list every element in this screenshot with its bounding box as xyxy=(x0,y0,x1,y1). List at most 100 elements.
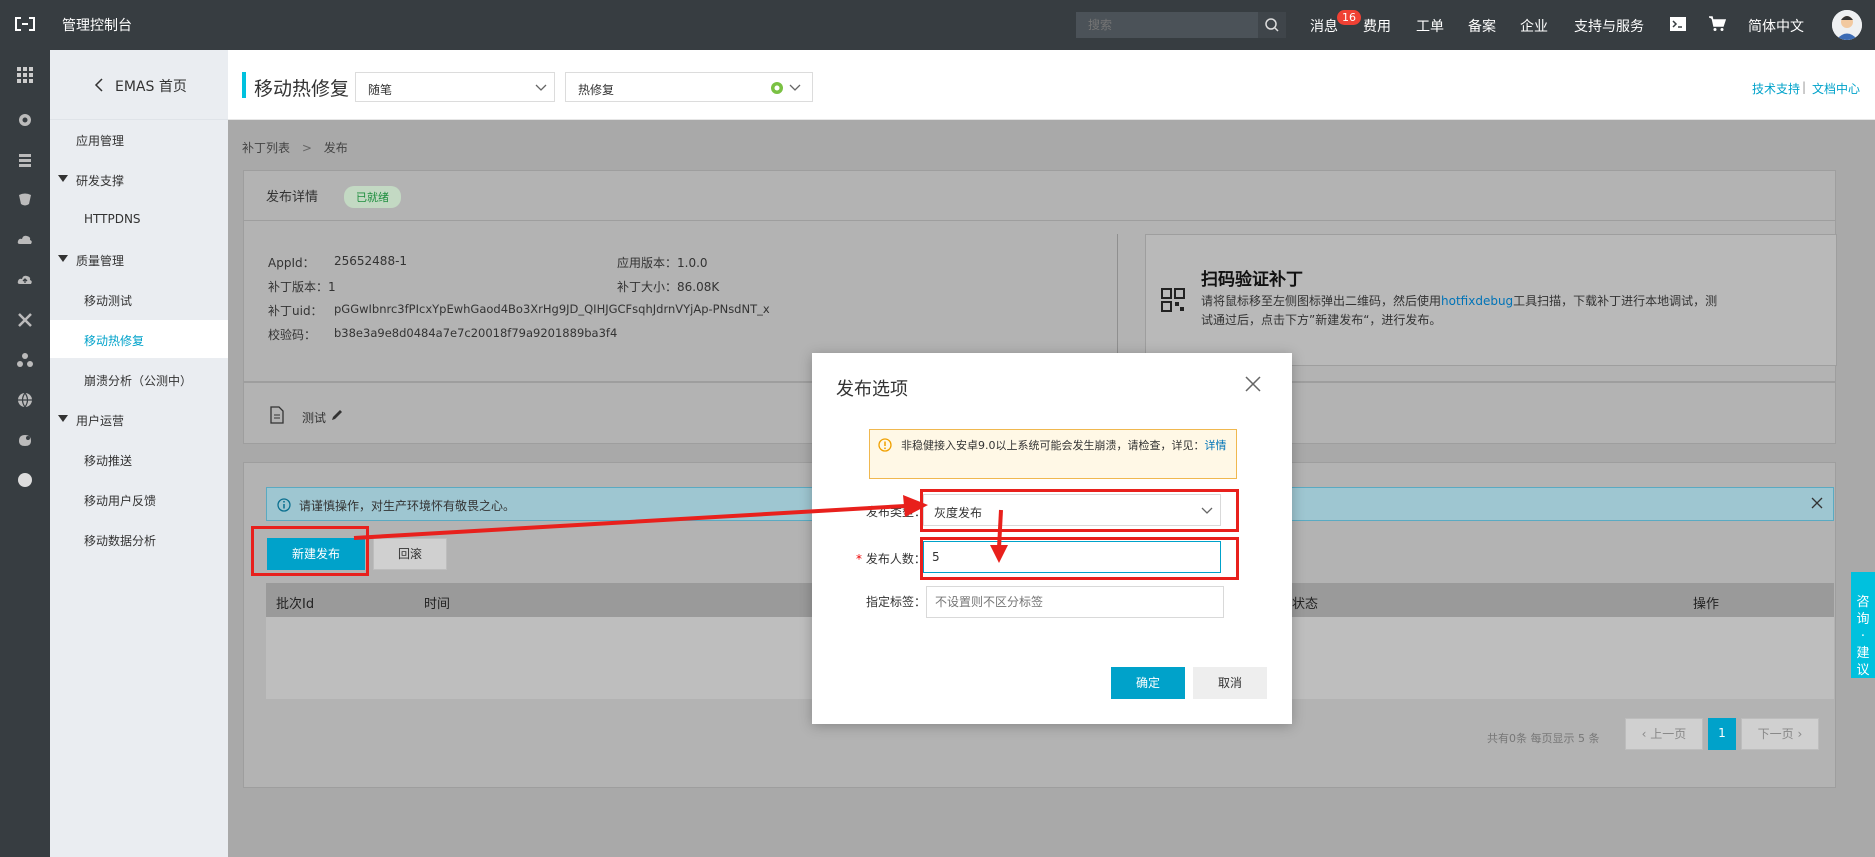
search-box[interactable] xyxy=(1076,12,1286,38)
release-count-label: * 发布人数： xyxy=(856,550,926,567)
tech-support-link[interactable]: 技术支持 xyxy=(1752,80,1800,97)
page-number-button[interactable]: 1 xyxy=(1708,718,1736,750)
warning-text: 非稳健接入安卓9.0以上系统可能会发生崩溃，请检查，详见：详情 xyxy=(901,438,1231,454)
search-button[interactable] xyxy=(1258,12,1286,38)
rollback-button[interactable]: 回滚 xyxy=(373,538,447,570)
sidebar-group-user-ops[interactable]: 用户运营 xyxy=(50,400,228,438)
caret-down-icon xyxy=(58,255,68,262)
sidebar-item-crash-analysis[interactable]: 崩溃分析（公测中） xyxy=(50,360,228,398)
security-shield-icon[interactable] xyxy=(16,191,34,209)
chevron-down-icon xyxy=(535,84,547,91)
cloud-icon[interactable] xyxy=(16,231,34,249)
sidebar-item-label: 研发支撑 xyxy=(76,174,125,188)
appid-value: 25652488-1 xyxy=(334,254,408,268)
sidebar-item-label: 用户运营 xyxy=(76,414,125,428)
edit-pencil-icon[interactable] xyxy=(331,408,344,421)
terminal-icon[interactable] xyxy=(1670,17,1686,31)
database-icon[interactable] xyxy=(16,151,34,169)
console-title[interactable]: 管理控制台 xyxy=(62,15,132,35)
caret-down-icon xyxy=(58,175,68,182)
search-input[interactable] xyxy=(1076,12,1256,38)
nav-messages[interactable]: 消息 xyxy=(1310,16,1338,36)
sidebar-group-dev-support[interactable]: 研发支撑 xyxy=(50,160,228,198)
nav-tickets[interactable]: 工单 xyxy=(1416,16,1444,36)
sidebar-home[interactable]: EMAS 首页 xyxy=(50,50,228,120)
sidebar-item-label: 移动热修复 xyxy=(84,334,145,348)
sidebar-item-label: 移动推送 xyxy=(84,454,133,468)
breadcrumb-current: 发布 xyxy=(323,141,348,155)
status-badge: 已就绪 xyxy=(344,186,401,208)
close-icon[interactable] xyxy=(1244,375,1262,393)
required-asterisk: * xyxy=(856,552,866,566)
sidebar-item-mobile-testing[interactable]: 移动测试 xyxy=(50,280,228,318)
warning-details-link[interactable]: 详情 xyxy=(1205,439,1227,452)
nav-enterprise[interactable]: 企业 xyxy=(1520,16,1548,36)
sidebar-item-app-management[interactable]: 应用管理 xyxy=(50,120,228,158)
aliyun-logo-icon[interactable] xyxy=(12,14,38,34)
warning-icon xyxy=(878,438,892,452)
network-cross-icon[interactable] xyxy=(16,311,34,329)
prev-page-button[interactable]: ‹ 上一页 xyxy=(1625,718,1703,750)
compute-icon[interactable] xyxy=(16,111,34,129)
sidebar-item-hotfix[interactable]: 移动热修复 xyxy=(50,320,228,358)
sidebar-item-feedback[interactable]: 移动用户反馈 xyxy=(50,480,228,518)
tags-input[interactable] xyxy=(926,586,1224,618)
patch-size: 补丁大小：86.08K xyxy=(617,280,720,294)
document-icon xyxy=(270,406,284,424)
grid-menu-icon[interactable] xyxy=(16,66,34,84)
cloud-upload-icon[interactable] xyxy=(16,271,34,289)
app-select[interactable]: 随笔 xyxy=(355,72,555,102)
sidebar-item-httpdns[interactable]: HTTPDNS xyxy=(50,200,228,238)
title-accent-bar xyxy=(242,72,246,98)
nav-language[interactable]: 简体中文 xyxy=(1748,16,1804,36)
globe-icon[interactable] xyxy=(16,391,34,409)
nav-billing[interactable]: 费用 xyxy=(1363,16,1391,36)
warning-message: 非稳健接入安卓9.0以上系统可能会发生崩溃，请检查，详见： xyxy=(901,439,1205,452)
sidebar-item-push[interactable]: 移动推送 xyxy=(50,440,228,478)
qr-code-icon[interactable] xyxy=(1161,288,1185,312)
annotation-box-release-count xyxy=(920,537,1239,580)
nav-icp[interactable]: 备案 xyxy=(1468,16,1496,36)
cancel-button[interactable]: 取消 xyxy=(1193,667,1267,699)
page-title: 移动热修复 xyxy=(254,78,350,100)
sidebar-item-label: 移动用户反馈 xyxy=(84,494,157,508)
tags-label: 指定标签： xyxy=(866,595,927,609)
column-header: 批次Id xyxy=(276,597,315,612)
chevron-right-icon: › xyxy=(1793,727,1803,741)
patch-version: 补丁版本：1 xyxy=(268,280,336,294)
sidebar-group-quality[interactable]: 质量管理 xyxy=(50,240,228,278)
close-icon[interactable] xyxy=(1811,497,1823,509)
top-bar: 管理控制台 消息 16 费用 工单 备案 企业 支持与服务 简体中文 xyxy=(0,0,1875,50)
circle-app-icon[interactable] xyxy=(16,471,34,489)
column-header: 时间 xyxy=(424,597,451,612)
hotfixdebug-link[interactable]: hotfixdebug xyxy=(1441,294,1513,308)
confirm-button[interactable]: 确定 xyxy=(1111,667,1185,699)
breadcrumb-parent[interactable]: 补丁列表 xyxy=(242,141,290,155)
product-select-value: 热修复 xyxy=(578,83,615,97)
sidebar-item-analytics[interactable]: 移动数据分析 xyxy=(50,520,228,558)
consult-suggest-tab[interactable]: 咨询·建议 xyxy=(1851,572,1875,678)
chevron-left-icon: ‹ xyxy=(1641,727,1651,741)
info-icon xyxy=(277,498,291,512)
product-select[interactable]: 热修复 xyxy=(565,72,813,102)
consult-suggest-label: 咨询·建议 xyxy=(1856,595,1870,678)
search-icon xyxy=(1265,18,1279,32)
annotation-box-new-release xyxy=(251,526,369,576)
sidebar-item-label: 应用管理 xyxy=(76,134,125,148)
pager-summary: 共有0条 每页显示 5 条 xyxy=(1487,732,1600,745)
app-select-value: 随笔 xyxy=(368,83,393,97)
sidebar-item-label: 质量管理 xyxy=(76,254,125,268)
next-page-button[interactable]: 下一页 › xyxy=(1741,718,1819,750)
avatar[interactable] xyxy=(1832,10,1862,40)
cart-icon[interactable] xyxy=(1708,16,1726,32)
sidebar-item-label: HTTPDNS xyxy=(84,212,141,226)
qr-desc-text: 请将鼠标移至左侧图标弹出二维码，然后使用 xyxy=(1201,294,1442,308)
mobile-service-icon[interactable] xyxy=(16,431,34,449)
sidebar-item-label: 移动测试 xyxy=(84,294,133,308)
breadcrumb-separator: > xyxy=(301,141,312,155)
qr-title: 扫码验证补丁 xyxy=(1201,270,1303,290)
docs-center-link[interactable]: 文档中心 xyxy=(1812,80,1860,97)
cluster-icon[interactable] xyxy=(16,351,34,369)
chevron-left-icon xyxy=(94,78,103,92)
nav-support[interactable]: 支持与服务 xyxy=(1574,16,1644,36)
